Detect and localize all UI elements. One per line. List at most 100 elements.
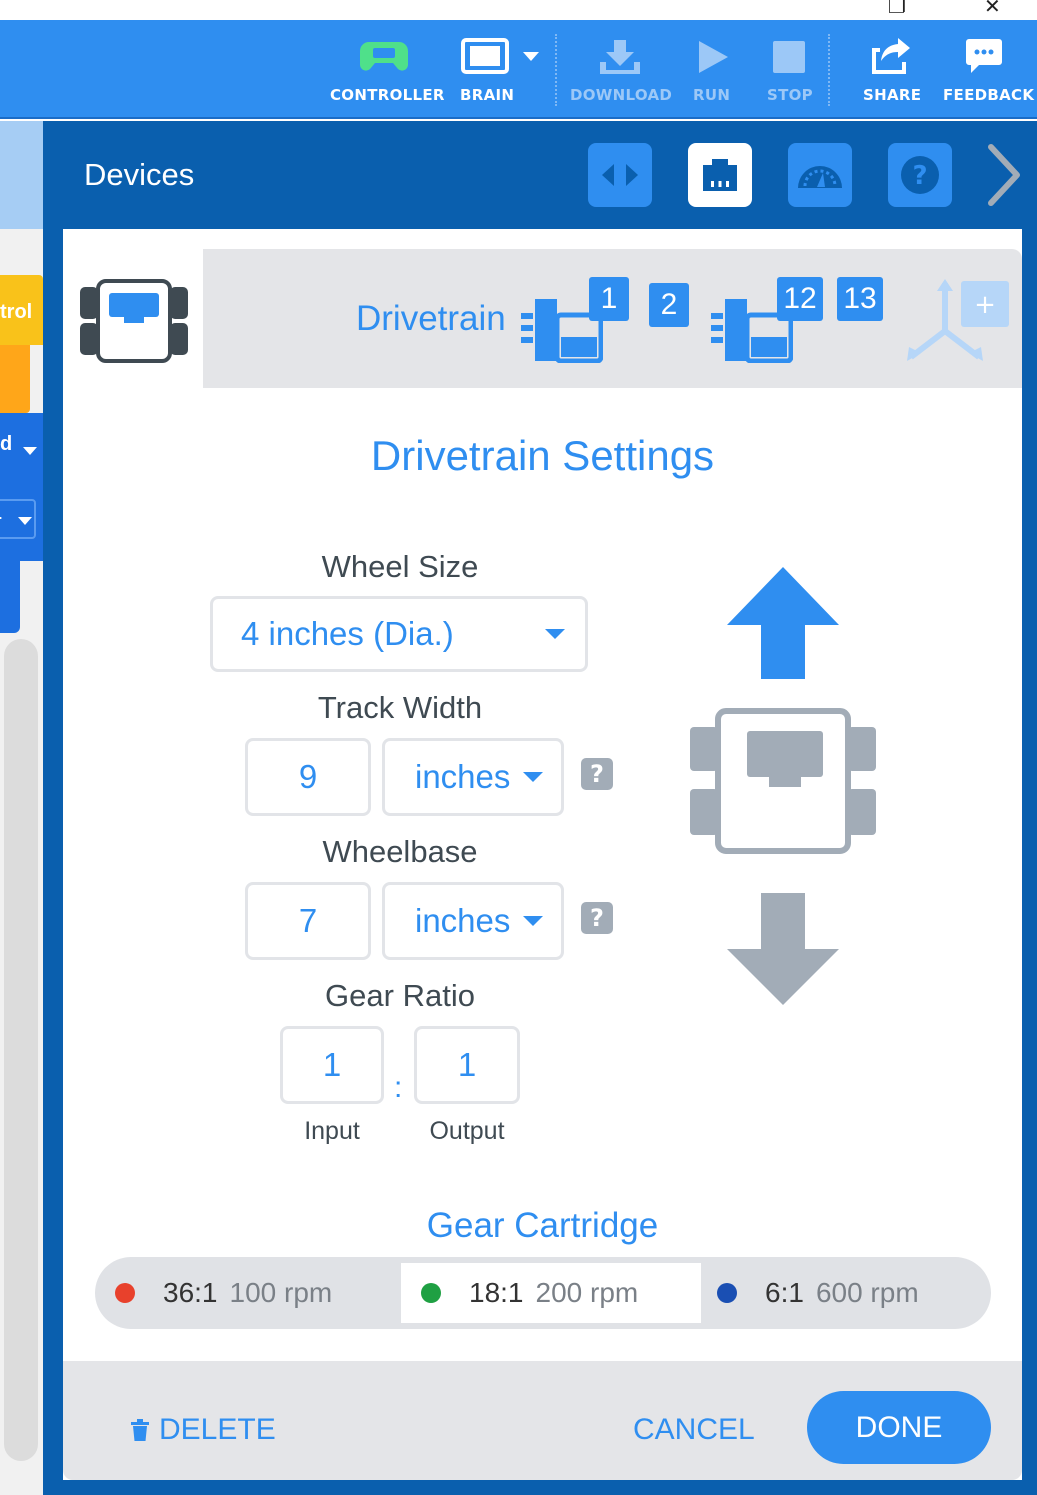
code-area-edge: trol d . — [0, 121, 43, 1495]
brain-label: BRAIN — [460, 86, 515, 104]
device-summary-bar: Drivetrain 1 2 12 13 + — [203, 249, 1022, 388]
track-width-unit: inches — [415, 758, 511, 795]
cartridge-ratio: 36:1 — [163, 1277, 218, 1308]
blue-block-stack[interactable]: d . — [0, 413, 43, 561]
gear-cartridge-selector: 36:1 100 rpm 18:1 200 rpm 6:1 600 rpm — [95, 1257, 991, 1329]
settings-title: Drivetrain Settings — [370, 432, 715, 479]
blue-dot-icon — [717, 1283, 737, 1303]
share-button[interactable]: SHARE — [860, 20, 922, 119]
wheelbase-help-icon[interactable]: ? — [581, 902, 613, 934]
red-dot-icon — [115, 1283, 135, 1303]
code-view-button[interactable] — [588, 143, 652, 207]
download-label: DOWNLOAD — [570, 86, 673, 104]
block-dropdown-caret-icon[interactable] — [23, 447, 37, 455]
track-width-input[interactable]: 9 — [245, 738, 371, 816]
cartridge-rpm: 600 rpm — [815, 1277, 919, 1308]
wheel-size-value: 4 inches (Dia.) — [241, 615, 454, 652]
controller-button[interactable]: CONTROLLER — [330, 20, 444, 119]
panel-frame-right — [1022, 229, 1037, 1495]
track-width-label: Track Width — [317, 690, 483, 725]
gear-ratio-label: Gear Ratio — [325, 978, 475, 1013]
devices-view-button[interactable] — [688, 143, 752, 207]
port-badge: 13 — [837, 277, 883, 321]
stop-button[interactable]: STOP — [765, 20, 815, 119]
devices-header: Devices ? — [43, 121, 1037, 229]
chevron-down-icon — [523, 772, 543, 782]
gear-input-value: 1 — [322, 1046, 342, 1083]
block-dropdown-field[interactable]: . — [0, 499, 36, 539]
cartridge-ratio: 18:1 — [469, 1277, 524, 1308]
gear-input-label: Input — [304, 1117, 360, 1145]
run-button[interactable]: RUN — [690, 20, 738, 119]
cartridge-option-18-1[interactable]: 18:1 200 rpm — [401, 1263, 701, 1323]
feedback-label: FEEDBACK — [943, 86, 1035, 104]
delete-label: DELETE — [159, 1413, 276, 1446]
brain-button[interactable]: BRAIN — [458, 20, 548, 119]
port-badge: 12 — [777, 277, 823, 321]
gear-output-field[interactable]: 1 — [414, 1026, 520, 1104]
track-width-help-icon[interactable]: ? — [581, 758, 613, 790]
add-gyro-icon[interactable]: + — [905, 277, 1015, 363]
dashboard-button[interactable] — [788, 143, 852, 207]
app-root: { "window": { "restore_glyph": "❐", "clo… — [0, 0, 1037, 1495]
download-icon — [600, 40, 640, 74]
block-dropdown2-caret-icon[interactable] — [18, 517, 32, 525]
chevron-down-icon — [545, 629, 565, 639]
controller-label: CONTROLLER — [330, 86, 445, 104]
gear-input-field[interactable]: 1 — [280, 1026, 384, 1104]
forward-arrow-icon — [727, 567, 839, 679]
cartridge-option-36-1[interactable]: 36:1 100 rpm — [95, 1263, 395, 1323]
code-area-header — [0, 121, 43, 229]
window-titlebar: ❐ ✕ — [0, 0, 1037, 20]
code-icon — [602, 164, 638, 186]
chevron-right-icon[interactable] — [983, 143, 1023, 207]
help-icon: ? — [901, 156, 939, 194]
block-dropdown-value: . — [0, 503, 3, 524]
stop-label: STOP — [767, 86, 813, 104]
stop-icon — [773, 41, 805, 73]
track-width-unit-select[interactable]: inches — [382, 738, 564, 816]
wheelbase-value: 7 — [298, 902, 318, 939]
trash-icon — [131, 1419, 149, 1441]
delete-button[interactable]: DELETE — [131, 1413, 276, 1447]
devices-title: Devices — [84, 157, 195, 192]
gear-output-value: 1 — [457, 1046, 477, 1083]
play-icon — [699, 41, 728, 73]
device-settings-panel: Drivetrain 1 2 12 13 + Drivetrain Settin… — [63, 249, 1022, 1480]
drivetrain-device-icon — [80, 279, 188, 363]
green-dot-icon — [421, 1283, 441, 1303]
cartridge-rpm: 100 rpm — [229, 1277, 333, 1308]
run-label: RUN — [693, 86, 731, 104]
gauge-icon — [798, 166, 842, 188]
device-name: Drivetrain — [356, 299, 506, 338]
cartridge-option-6-1[interactable]: 6:1 600 rpm — [697, 1263, 991, 1323]
gear-output-label: Output — [429, 1117, 505, 1145]
top-toolbar: CONTROLLER BRAIN DOWNLOAD RUN STOP SHARE… — [0, 20, 1037, 119]
help-glyph: ? — [912, 161, 927, 191]
control-category-label: trol — [0, 301, 33, 323]
feedback-button[interactable]: FEEDBACK — [940, 20, 1034, 119]
drive-direction-diagram — [690, 567, 876, 1005]
wheelbase-label: Wheelbase — [322, 834, 478, 869]
gear-ratio-separator: : — [394, 1071, 403, 1104]
control-category-block[interactable]: trol — [0, 275, 43, 345]
blue-block-tail[interactable] — [0, 561, 20, 633]
code-area-scrollbar[interactable] — [4, 639, 38, 1461]
help-button[interactable]: ? — [888, 143, 952, 207]
close-window-button[interactable]: ✕ — [984, 0, 1001, 18]
restore-window-button[interactable]: ❐ — [888, 0, 906, 18]
done-button[interactable]: DONE — [807, 1391, 991, 1464]
add-glyph: + — [974, 290, 996, 320]
control-block-body[interactable] — [0, 345, 30, 413]
wheelbase-unit-select[interactable]: inches — [382, 882, 564, 960]
wheel-size-select[interactable]: 4 inches (Dia.) — [210, 596, 588, 672]
brain-icon — [461, 38, 539, 74]
reverse-arrow-icon — [727, 893, 839, 1005]
wheelbase-input[interactable]: 7 — [245, 882, 371, 960]
port-icon — [703, 159, 737, 191]
port-badge: 2 — [649, 283, 689, 327]
cancel-button[interactable]: CANCEL — [633, 1413, 755, 1447]
controller-icon — [360, 42, 408, 71]
cartridge-ratio: 6:1 — [765, 1277, 804, 1308]
download-button[interactable]: DOWNLOAD — [568, 20, 672, 119]
